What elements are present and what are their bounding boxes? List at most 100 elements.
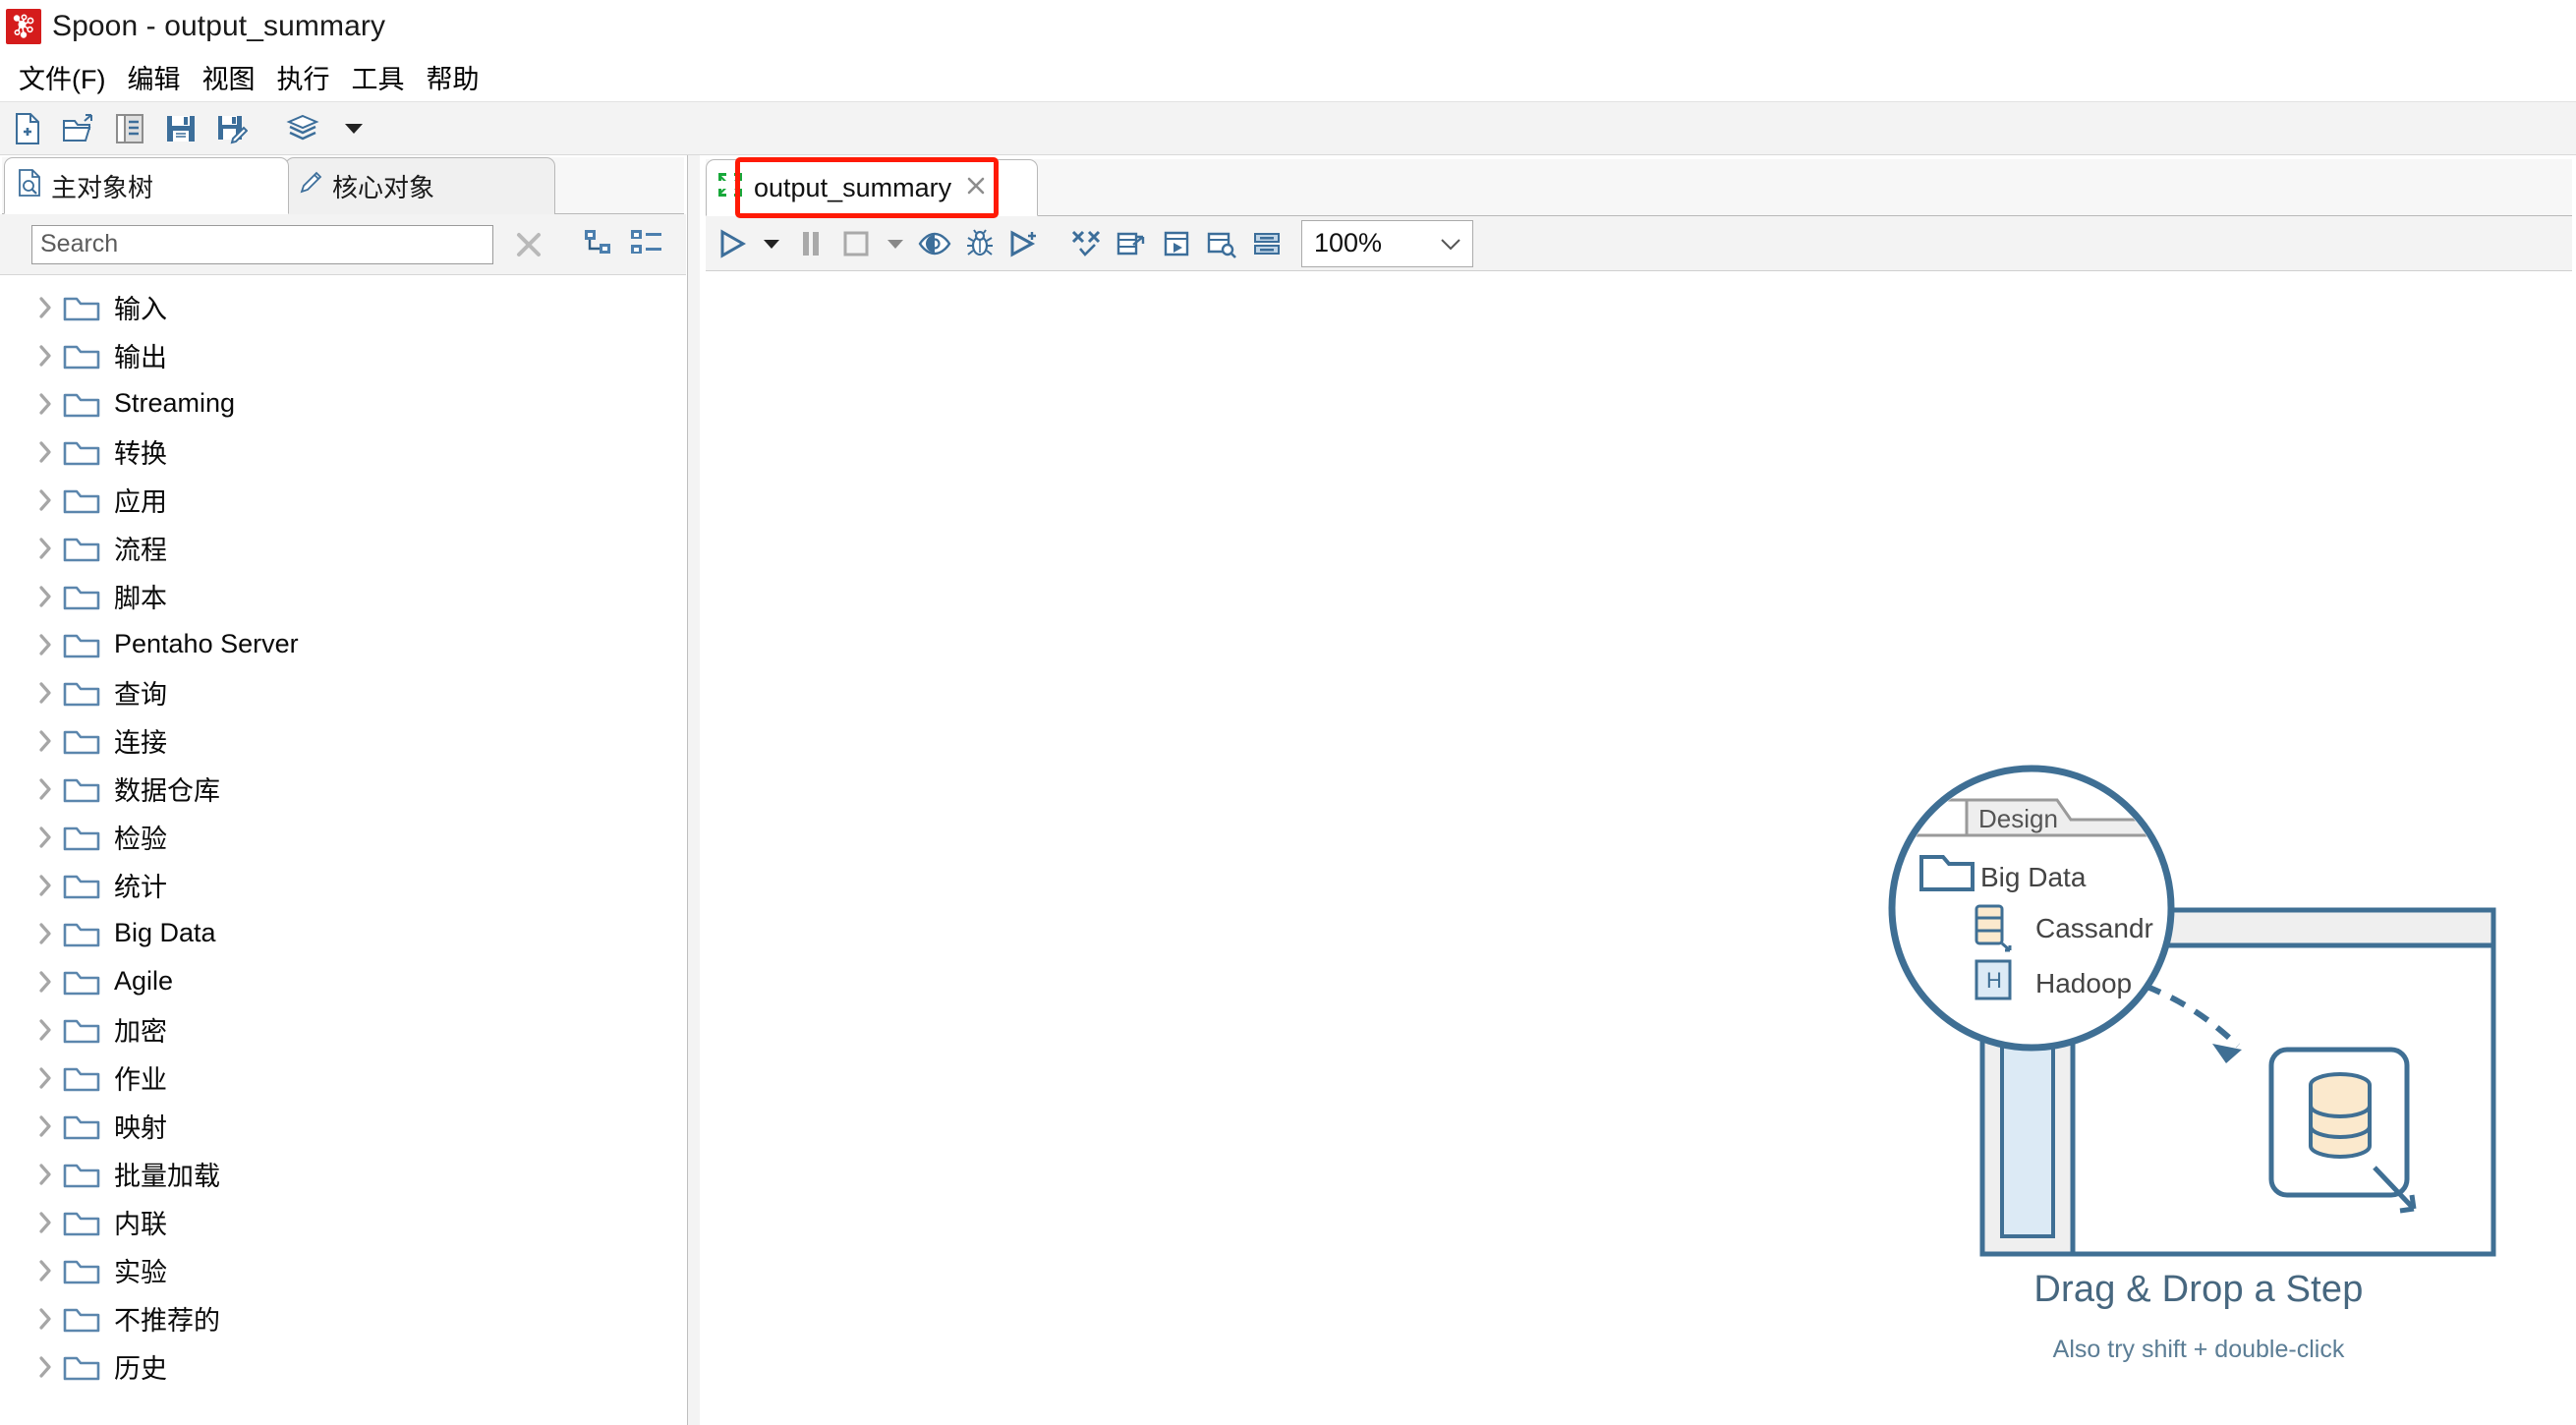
database-search-icon[interactable] xyxy=(1201,221,1242,266)
grid-rows-icon[interactable] xyxy=(1246,221,1288,266)
tree-item-label: 输入 xyxy=(114,295,167,324)
menu-tools[interactable]: 工具 xyxy=(340,56,415,98)
open-folder-icon[interactable] xyxy=(57,107,100,150)
chevron-right-icon[interactable] xyxy=(28,922,63,945)
tree-item-label: 映射 xyxy=(114,1113,167,1143)
pause-icon[interactable] xyxy=(790,221,831,266)
chevron-right-icon[interactable] xyxy=(28,1307,63,1331)
tree-item[interactable]: 不推荐的 xyxy=(2,1294,684,1342)
tab-main-object-tree[interactable]: 主对象树 xyxy=(4,157,289,214)
menu-help[interactable]: 帮助 xyxy=(415,56,489,98)
tree-item[interactable]: 检验 xyxy=(2,813,684,861)
tree-item[interactable]: 输入 xyxy=(2,283,684,331)
chevron-right-icon[interactable] xyxy=(28,488,63,512)
close-x-icon[interactable] xyxy=(509,225,548,264)
chevron-right-icon[interactable] xyxy=(28,440,63,464)
chevron-right-icon[interactable] xyxy=(28,874,63,897)
chevron-right-icon[interactable] xyxy=(28,970,63,994)
chevron-right-icon[interactable] xyxy=(28,633,63,656)
folder-icon xyxy=(63,1353,110,1381)
svg-text:Cassandr: Cassandr xyxy=(2035,913,2153,943)
menu-file[interactable]: 文件(F) xyxy=(8,56,116,98)
editor-tab-output-summary[interactable]: output_summary xyxy=(706,159,1038,216)
tree-item-label: 加密 xyxy=(114,1017,167,1047)
menu-run[interactable]: 执行 xyxy=(265,56,340,98)
layers-icon[interactable] xyxy=(281,107,324,150)
tree-item[interactable]: 流程 xyxy=(2,524,684,572)
tree-item[interactable]: 实验 xyxy=(2,1246,684,1294)
folder-icon xyxy=(63,872,110,899)
chevron-right-icon[interactable] xyxy=(28,1066,63,1090)
chevron-right-icon[interactable] xyxy=(28,729,63,753)
zoom-level-value: 100% xyxy=(1314,228,1383,257)
chevron-right-icon[interactable] xyxy=(28,585,63,608)
tree-item[interactable]: 连接 xyxy=(2,716,684,765)
explorer-icon[interactable] xyxy=(108,107,151,150)
tree-item-label: 转换 xyxy=(114,439,167,469)
stop-icon[interactable] xyxy=(835,221,877,266)
tree-item[interactable]: 转换 xyxy=(2,428,684,476)
tree-item[interactable]: Agile xyxy=(2,957,684,1005)
preview-eye-icon[interactable] xyxy=(914,221,955,266)
play-icon[interactable] xyxy=(712,221,753,266)
folder-icon xyxy=(63,390,110,418)
tree-item[interactable]: 输出 xyxy=(2,331,684,379)
tree-item[interactable]: Pentaho Server xyxy=(2,620,684,668)
tree-item[interactable]: 查询 xyxy=(2,668,684,716)
menu-edit[interactable]: 编辑 xyxy=(116,56,191,98)
menu-view[interactable]: 视图 xyxy=(191,56,265,98)
chevron-right-icon[interactable] xyxy=(28,1114,63,1138)
object-tree[interactable]: 输入输出 Streaming 转换应用 流程 脚本 Pentaho Server 查询 连接数… xyxy=(2,277,684,1423)
tree-item[interactable]: 加密 xyxy=(2,1005,684,1054)
tree-item[interactable]: 内联 xyxy=(2,1198,684,1246)
chevron-right-icon[interactable] xyxy=(28,1018,63,1042)
search-input[interactable] xyxy=(31,224,493,264)
tree-item[interactable]: 映射 xyxy=(2,1102,684,1150)
panel-sash-divider[interactable] xyxy=(688,155,700,1425)
chevron-right-icon[interactable] xyxy=(28,344,63,368)
chevron-down-icon[interactable] xyxy=(332,107,375,150)
collapse-tree-icon[interactable] xyxy=(629,227,664,261)
folder-icon xyxy=(63,583,110,610)
tree-item-label: Big Data xyxy=(114,918,216,947)
folder-icon xyxy=(63,775,110,803)
chevron-right-icon[interactable] xyxy=(28,1355,63,1379)
tree-item[interactable]: Big Data xyxy=(2,909,684,957)
chevron-right-icon[interactable] xyxy=(28,826,63,849)
tab-core-objects[interactable]: 核心对象 xyxy=(285,157,555,214)
save-icon[interactable] xyxy=(159,107,202,150)
menubar: 文件(F) 编辑 视图 执行 工具 帮助 xyxy=(0,52,2576,101)
tree-item[interactable]: Streaming xyxy=(2,379,684,428)
chevron-down-icon[interactable] xyxy=(757,221,786,266)
new-file-icon[interactable] xyxy=(6,107,49,150)
chevron-right-icon[interactable] xyxy=(28,681,63,705)
database-run-icon[interactable] xyxy=(1156,221,1197,266)
chevron-right-icon[interactable] xyxy=(28,1211,63,1234)
close-x-icon[interactable] xyxy=(965,173,987,203)
chevron-right-icon[interactable] xyxy=(28,1259,63,1282)
transformation-canvas[interactable]: Design Big Data Cassandr H Hadoop Drag &… xyxy=(706,271,2572,1421)
chevron-right-icon[interactable] xyxy=(28,392,63,416)
chevron-right-icon[interactable] xyxy=(28,537,63,560)
tree-item[interactable]: 历史 xyxy=(2,1342,684,1391)
save-as-icon[interactable] xyxy=(210,107,254,150)
chevron-right-icon[interactable] xyxy=(28,296,63,319)
bug-icon[interactable] xyxy=(959,221,1001,266)
tree-item[interactable]: 作业 xyxy=(2,1054,684,1102)
tab-label: 核心对象 xyxy=(332,173,435,202)
tree-item[interactable]: 应用 xyxy=(2,476,684,524)
expand-tree-icon[interactable] xyxy=(582,227,613,261)
chevron-right-icon[interactable] xyxy=(28,777,63,801)
play-replay-icon[interactable] xyxy=(1004,221,1046,266)
editor-tab-label: output_summary xyxy=(754,172,952,202)
zoom-level-dropdown[interactable]: 100% xyxy=(1301,219,1473,267)
tree-item[interactable]: 批量加载 xyxy=(2,1150,684,1198)
tree-item-label: 作业 xyxy=(114,1065,167,1095)
tree-item[interactable]: 统计 xyxy=(2,861,684,909)
collapse-arrows-icon[interactable] xyxy=(1065,221,1107,266)
database-export-icon[interactable] xyxy=(1111,221,1152,266)
tree-item[interactable]: 脚本 xyxy=(2,572,684,620)
tree-item[interactable]: 数据仓库 xyxy=(2,765,684,813)
chevron-right-icon[interactable] xyxy=(28,1163,63,1186)
chevron-down-icon[interactable] xyxy=(881,221,910,266)
